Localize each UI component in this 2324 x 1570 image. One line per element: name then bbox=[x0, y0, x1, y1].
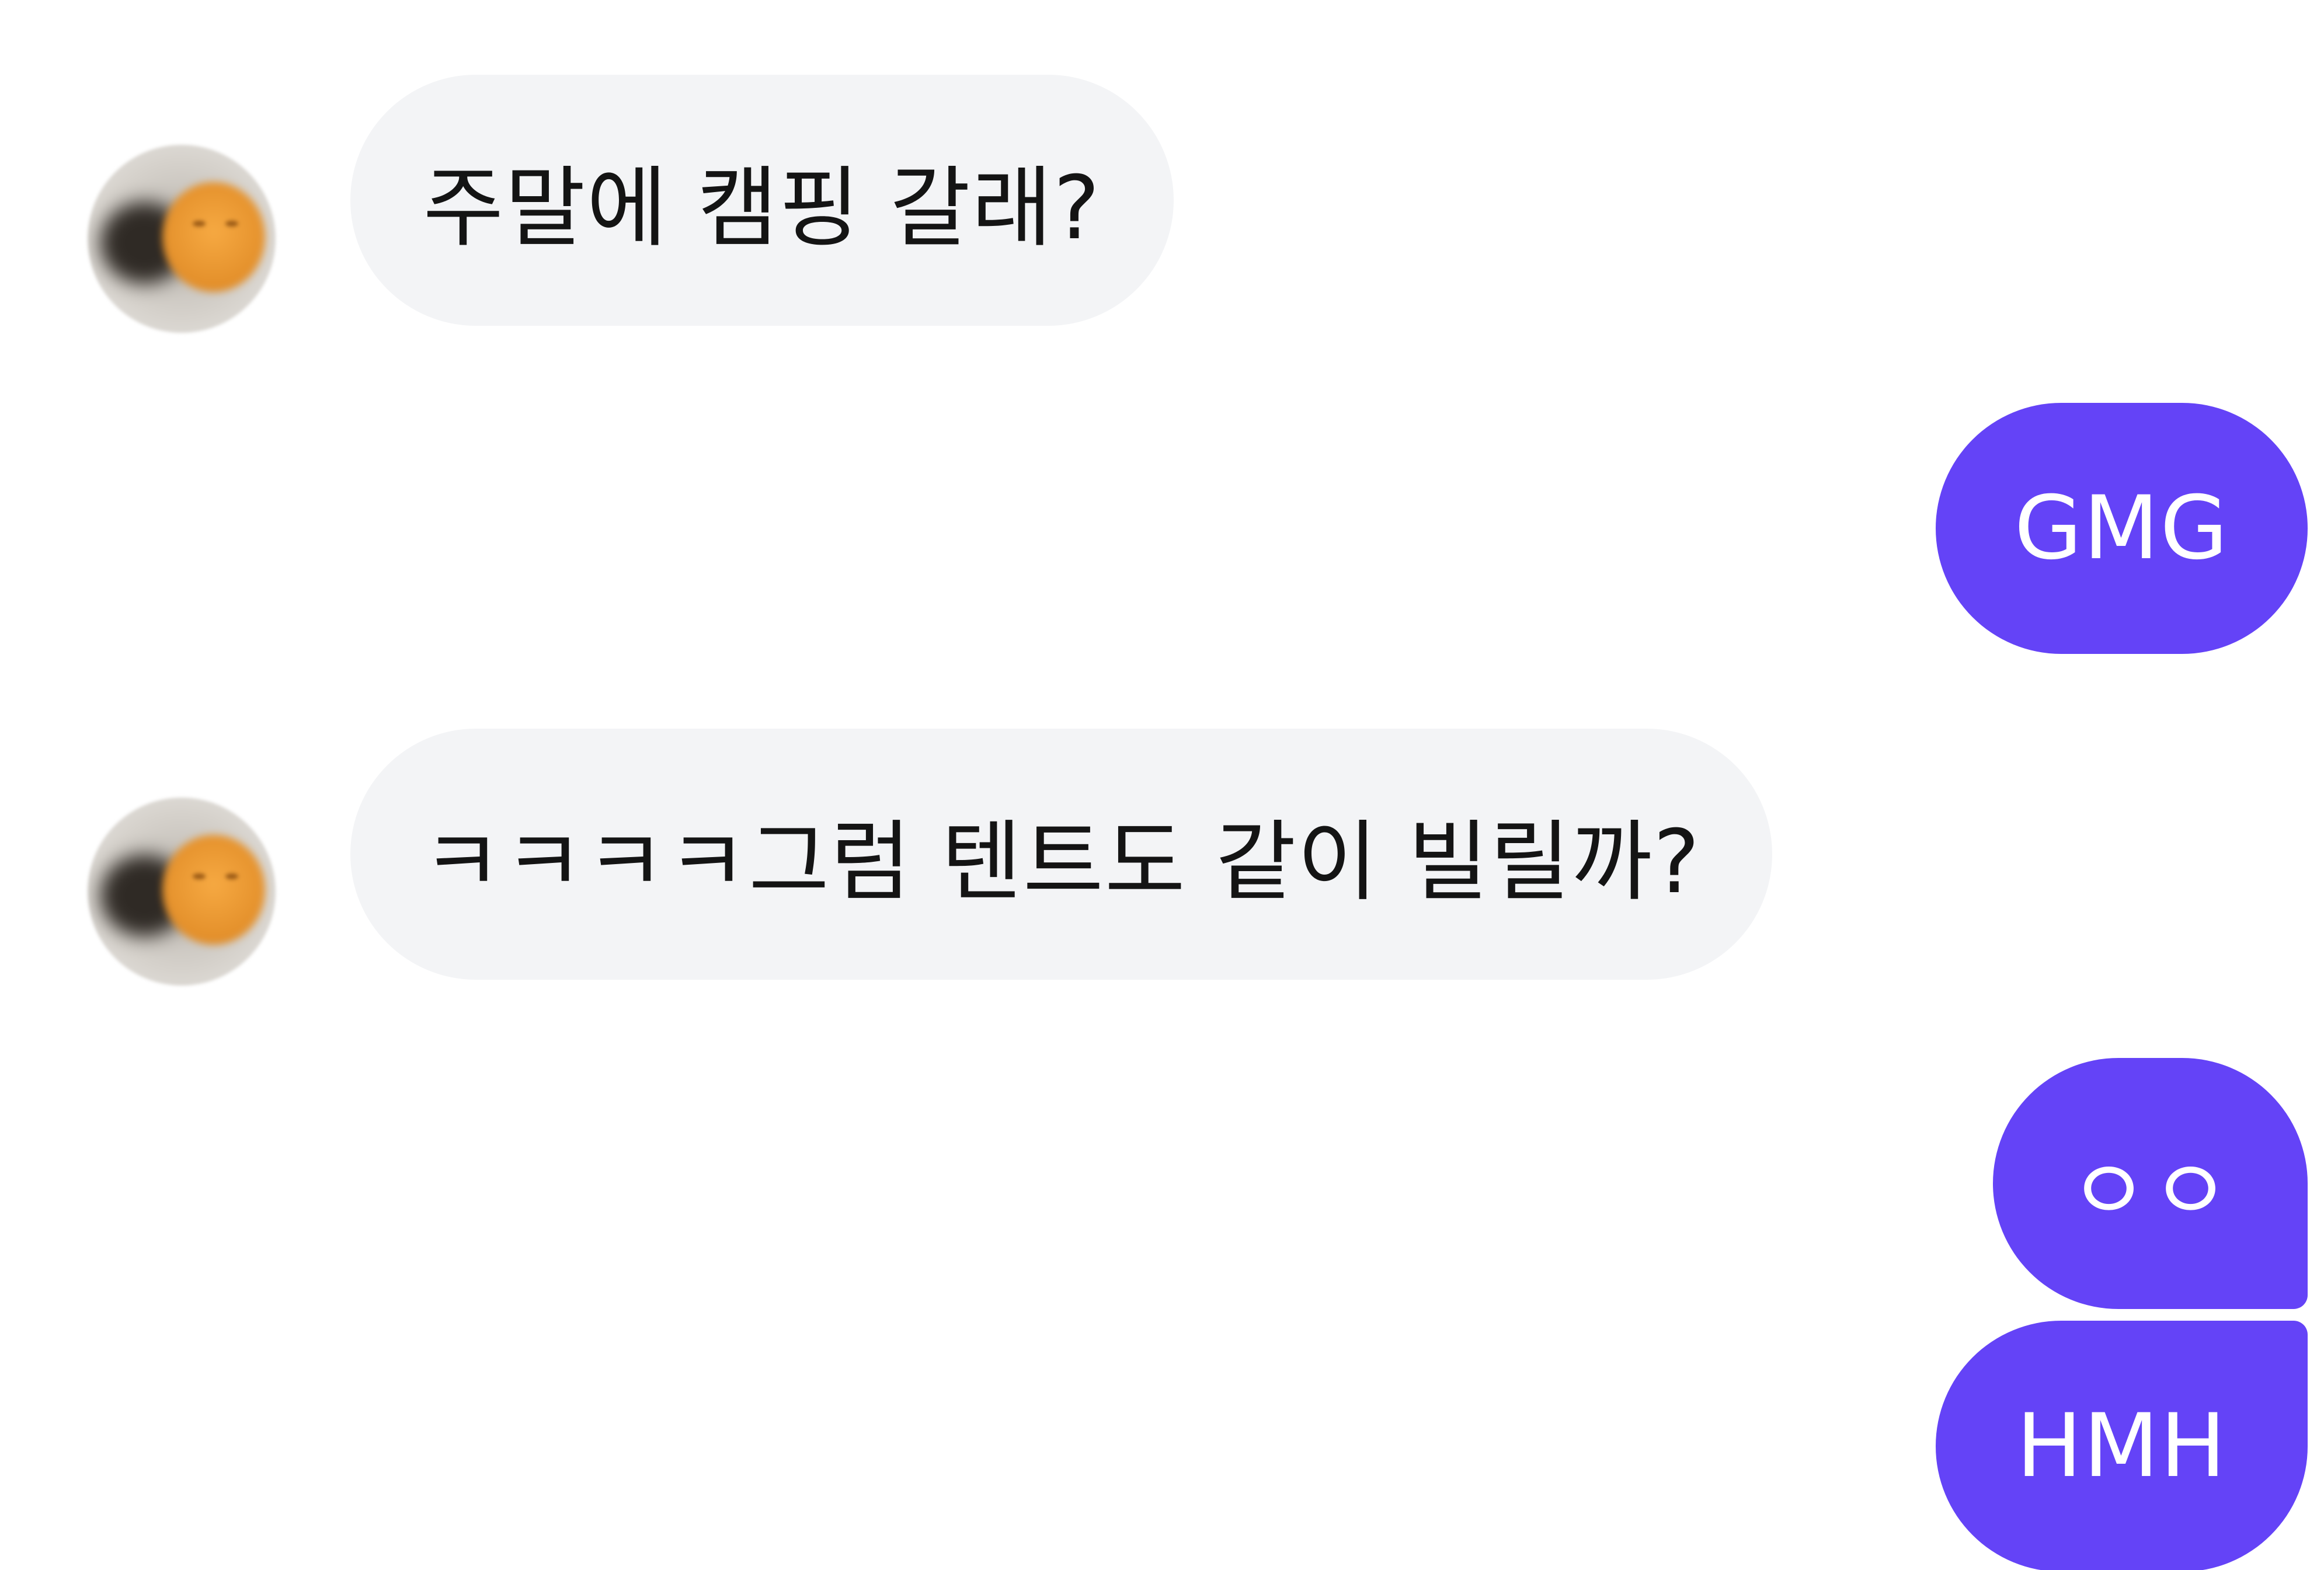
avatar[interactable] bbox=[88, 145, 276, 333]
message-text: 주말에 캠핑 갈래? bbox=[423, 157, 1101, 259]
message-bubble-outgoing[interactable]: ㅇㅇ bbox=[1993, 1058, 2308, 1309]
message-text: ㅇㅇ bbox=[2068, 1140, 2232, 1242]
message-bubble-incoming[interactable]: 주말에 캠핑 갈래? bbox=[350, 75, 1174, 326]
message-text: ㅋㅋㅋㅋ그럼 텐트도 같이 빌릴까? bbox=[422, 811, 1701, 913]
avatar[interactable] bbox=[88, 798, 276, 986]
message-bubble-outgoing[interactable]: HMH bbox=[1936, 1321, 2308, 1570]
message-bubble-outgoing[interactable]: GMG bbox=[1936, 403, 2308, 654]
message-text: HMH bbox=[2016, 1395, 2227, 1497]
message-bubble-incoming[interactable]: ㅋㅋㅋㅋ그럼 텐트도 같이 빌릴까? bbox=[350, 729, 1772, 980]
message-text: GMG bbox=[2014, 478, 2229, 579]
chat-thread: 주말에 캠핑 갈래? GMG ㅋㅋㅋㅋ그럼 텐트도 같이 빌릴까? ㅇㅇ HMH bbox=[0, 0, 2324, 1570]
